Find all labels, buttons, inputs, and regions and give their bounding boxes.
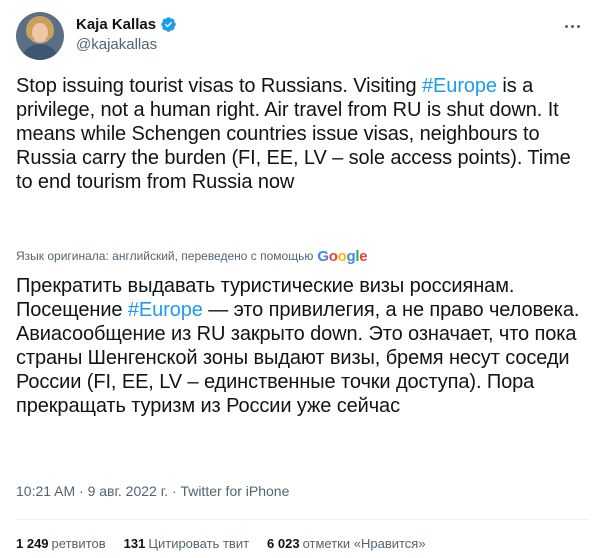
verified-badge-icon (161, 17, 176, 32)
avatar-shoulders (20, 44, 60, 60)
translation-note-label: Язык оригинала: английский, переведено с… (16, 249, 314, 263)
quotes-stat[interactable]: 131 Цитировать твит (124, 536, 249, 551)
translation-note: Язык оригинала: английский, переведено с… (16, 246, 368, 266)
quotes-count: 131 (123, 536, 146, 551)
tweet-text: Stop issuing tourist visas to Russians. … (16, 74, 588, 194)
tweet-stats: 1 249 ретвитов 131 Цитировать твит 6 023 от… (16, 536, 444, 551)
likes-stat[interactable]: 6 023 отметки «Нравится» (267, 536, 426, 551)
tweet-text-part1: Stop issuing tourist visas to Russians. … (16, 75, 423, 97)
display-name-row: Kaja Kallas (76, 14, 177, 35)
author-names: Kaja Kallas @kajakallas (76, 14, 177, 53)
tweet-timestamp[interactable]: 10:21 AM · 9 авг. 2022 г. · Twitter for … (16, 483, 289, 499)
translated-hashtag-link[interactable]: #Europe (128, 299, 203, 321)
retweets-label: ретвитов (51, 536, 106, 551)
translated-text: Прекратить выдавать туристические визы р… (16, 274, 588, 418)
likes-count: 6 023 (267, 536, 300, 551)
handle[interactable]: @kajakallas (76, 36, 177, 53)
hashtag-link[interactable]: #Europe (422, 75, 497, 97)
tweet-header: Kaja Kallas @kajakallas (16, 12, 588, 60)
retweets-stat[interactable]: 1 249 ретвитов (16, 536, 106, 551)
likes-label: отметки «Нравится» (302, 536, 426, 551)
quotes-label: Цитировать твит (148, 536, 250, 551)
divider (16, 519, 588, 520)
google-logo[interactable]: Google (317, 248, 367, 265)
more-options-icon[interactable] (560, 16, 584, 36)
display-name[interactable]: Kaja Kallas (76, 16, 156, 33)
avatar[interactable] (16, 12, 64, 60)
avatar-face (32, 23, 48, 42)
retweets-count: 1 249 (16, 536, 49, 551)
